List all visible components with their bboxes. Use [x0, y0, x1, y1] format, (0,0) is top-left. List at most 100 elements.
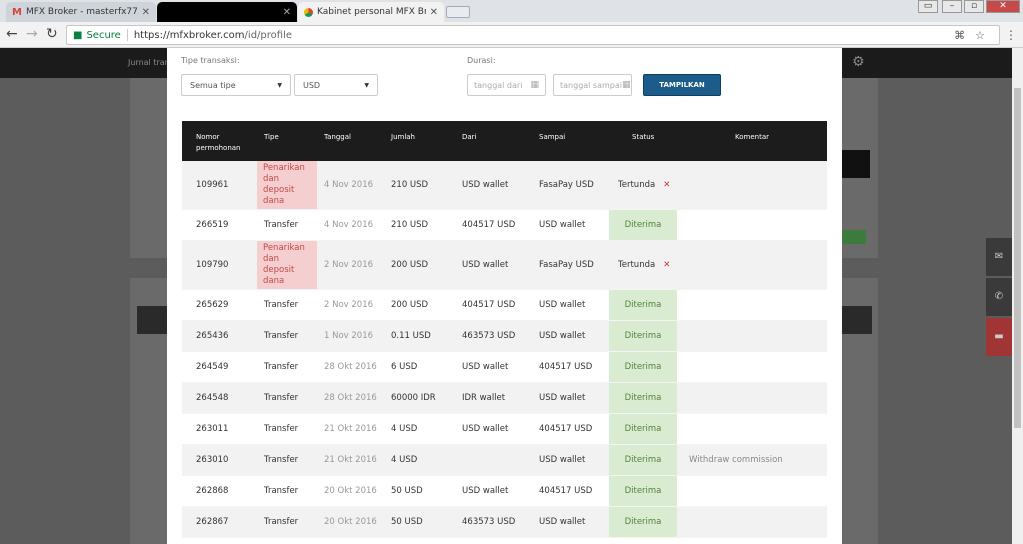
menu-icon[interactable]: ⋮ — [1005, 28, 1017, 42]
tab-title: Kabinet personal MFX Br — [317, 7, 426, 17]
browser-tab-bar: M MFX Broker - masterfx77 ✕ ✕ Kabinet pe… — [0, 0, 1023, 22]
close-window-button[interactable]: ✕ — [986, 0, 1020, 13]
from-text: IDR wallet — [462, 393, 506, 403]
type-text: Transfer — [264, 424, 299, 434]
status-text: Diterima — [624, 300, 662, 310]
forward-icon[interactable]: → — [26, 26, 38, 42]
cancel-request-icon[interactable]: ✕ — [663, 260, 670, 270]
user-icon[interactable]: ▭ — [918, 0, 938, 13]
close-tab-icon[interactable]: ✕ — [142, 7, 150, 18]
to-text: USD wallet — [539, 393, 586, 403]
type-text: Penarikan dan deposit dana — [263, 163, 305, 206]
cell-comment — [689, 290, 824, 320]
cell-type: Transfer — [257, 352, 317, 382]
header-from: Dari — [462, 133, 477, 141]
scrollbar-thumb[interactable] — [1014, 88, 1021, 428]
url-input[interactable]: ■ Secure https://mfxbroker.com/id/profil… — [66, 25, 1000, 45]
reload-icon[interactable]: ↻ — [46, 26, 58, 42]
bookmark-star-icon[interactable]: ☆ — [975, 29, 985, 42]
mail-icon[interactable]: ✉ — [986, 238, 1012, 276]
back-icon[interactable]: ← — [6, 26, 18, 42]
show-button[interactable]: TAMPILKAN — [643, 74, 721, 96]
cell-comment — [689, 321, 824, 351]
new-tab-button[interactable] — [446, 6, 470, 18]
cell-number: 263011 — [196, 414, 256, 444]
to-text: USD wallet — [539, 220, 586, 230]
amount-text: 4 USD — [391, 424, 418, 434]
amount-text: 200 USD — [391, 260, 429, 270]
date-text: 2 Nov 2016 — [324, 300, 374, 310]
translate-icon[interactable]: ⌘ — [954, 29, 965, 42]
date-to-input[interactable]: tanggal sampai ▦ — [553, 74, 632, 96]
to-text: 404517 USD — [539, 486, 593, 496]
cell-date: 2 Nov 2016 — [324, 241, 389, 289]
cell-status: Diterima — [609, 507, 677, 537]
cell-number: 262867 — [196, 507, 256, 537]
cell-date: 21 Okt 2016 — [324, 445, 389, 475]
cell-type: Transfer — [257, 210, 317, 240]
cell-number: 262868 — [196, 476, 256, 506]
close-tab-icon[interactable]: ✕ — [430, 7, 438, 18]
status-text: Tertunda — [618, 260, 656, 270]
address-bar: ← → ↻ ■ Secure https://mfxbroker.com/id/… — [0, 22, 1023, 48]
secure-label: Secure — [86, 29, 121, 41]
from-text: USD wallet — [462, 424, 509, 434]
header-comment: Komentar — [735, 133, 769, 141]
type-text: Transfer — [264, 300, 299, 310]
phone-icon[interactable]: ✆ — [986, 278, 1012, 316]
bg-green-bar — [842, 230, 866, 244]
chat-icon[interactable]: ▬ — [986, 318, 1012, 356]
type-select[interactable]: Semua tipe ▼ — [181, 74, 291, 96]
calendar-icon[interactable]: ▦ — [622, 80, 631, 90]
tab-redacted[interactable]: ✕ — [157, 2, 297, 22]
cell-from: 404517 USD — [462, 290, 537, 320]
number-text: 265436 — [196, 331, 229, 341]
cell-type: Transfer — [257, 383, 317, 413]
date-text: 20 Okt 2016 — [324, 517, 377, 527]
tab-gmail[interactable]: M MFX Broker - masterfx77 ✕ — [6, 2, 156, 22]
cell-status: Diterima — [609, 210, 677, 240]
bg-panel — [130, 78, 170, 258]
cell-amount: 200 USD — [391, 241, 461, 289]
cell-to: 404517 USD — [539, 352, 609, 382]
date-text: 4 Nov 2016 — [324, 220, 374, 230]
amount-text: 60000 IDR — [391, 393, 436, 403]
cell-number: 263010 — [196, 445, 256, 475]
status-text: Diterima — [624, 486, 662, 496]
minimize-button[interactable]: – — [942, 0, 962, 13]
cell-amount: 50 USD — [391, 476, 461, 506]
header-amount: Jumlah — [391, 133, 415, 141]
from-text: 463573 USD — [462, 331, 516, 341]
status-text: Diterima — [624, 517, 662, 527]
from-text: USD wallet — [462, 486, 509, 496]
cell-from: USD wallet — [462, 414, 537, 444]
number-text: 266519 — [196, 220, 229, 230]
from-text: 404517 USD — [462, 300, 516, 310]
gear-icon[interactable]: ⚙ — [852, 54, 865, 70]
currency-select[interactable]: USD ▼ — [294, 74, 378, 96]
cell-to: USD wallet — [539, 507, 609, 537]
cell-amount: 210 USD — [391, 210, 461, 240]
from-text: 404517 USD — [462, 220, 516, 230]
close-tab-icon[interactable]: ✕ — [283, 7, 291, 18]
url-path: /id/profile — [244, 29, 292, 41]
date-text: 2 Nov 2016 — [324, 260, 374, 270]
to-text: 404517 USD — [539, 424, 593, 434]
cancel-request-icon[interactable]: ✕ — [663, 180, 670, 190]
status-text: Diterima — [624, 393, 662, 403]
calendar-icon[interactable]: ▦ — [530, 80, 539, 90]
cell-comment: Withdraw commission — [689, 445, 824, 475]
url-host: https://mfxbroker.com — [133, 29, 245, 41]
cell-type: Transfer — [257, 414, 317, 444]
table-row: 266519 Transfer 4 Nov 2016 210 USD 404517 US… — [182, 210, 827, 241]
cell-amount: 4 USD — [391, 445, 461, 475]
cell-comment — [689, 161, 824, 209]
cell-comment — [689, 241, 824, 289]
maximize-button[interactable]: ▫ — [964, 0, 984, 13]
table-header: Nomor permohonan Tipe Tanggal Jumlah Dar… — [182, 121, 827, 161]
from-text: USD wallet — [462, 180, 509, 190]
cell-from: USD wallet — [462, 161, 537, 209]
tab-kabinet[interactable]: Kabinet personal MFX Br ✕ — [298, 2, 444, 22]
type-select-value: Semua tipe — [190, 80, 236, 90]
date-from-input[interactable]: tanggal dari ▦ — [467, 74, 546, 96]
